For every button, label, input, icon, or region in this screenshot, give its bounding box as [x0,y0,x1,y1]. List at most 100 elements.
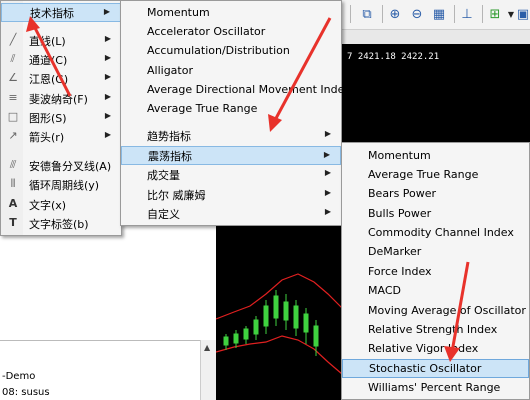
menu-item-label: Bulls Power [368,207,432,220]
menu-item-demarker[interactable]: DeMarker [342,242,529,261]
oscillators-submenu: Momentum Average True Range Bears Power … [341,142,530,400]
menu-item-label: 通道(C) [29,53,68,67]
submenu-arrow-icon: ▶ [104,72,111,81]
menu-item-bulls-power[interactable]: Bulls Power [342,204,529,223]
chart-type-icon[interactable]: ⧉ [358,5,376,23]
submenu-arrow-icon: ▶ [324,168,331,177]
menu-item-force-index[interactable]: Force Index [342,262,529,281]
menu-item-label: 趋势指标 [147,129,191,143]
arrow-icon: ↗ [8,129,18,142]
submenu-arrow-icon: ▶ [104,34,111,43]
menu-item-label: DeMarker [368,245,422,258]
menu-item-shapes[interactable]: □ 图形(S) ▶ [1,108,121,127]
menu-item-williams-r[interactable]: Williams' Percent Range [342,378,529,397]
menu-item-cci[interactable]: Commodity Channel Index [342,223,529,242]
templates-icon[interactable]: ▣ [514,5,530,23]
menu-item-admi[interactable]: Average Directional Movement Index [121,80,351,99]
menu-item-stochastic[interactable]: Stochastic Oscillator [342,359,529,378]
menu-item-channels[interactable]: ⫽ 通道(C) ▶ [1,50,121,69]
account-line[interactable]: -Demo [2,371,35,382]
line-icon: ╱ [9,33,17,46]
tile-windows-icon[interactable]: ▦ [430,5,448,23]
menu-item-accelerator-oscillator[interactable]: Accelerator Oscillator [121,22,341,41]
zoom-in-icon[interactable]: ⊕ [386,5,404,23]
shapes-icon: □ [7,110,19,123]
menu-item-bill-williams[interactable]: 比尔 威廉姆 ▶ [121,185,341,204]
menu-item-label: Alligator [147,64,193,77]
channel-icon: ⫽ [10,52,16,65]
menu-item-label: 江恩(G) [29,72,69,86]
menu-item-momentum[interactable]: Momentum [121,3,341,22]
menu-item-label: 文字(x) [29,198,67,212]
menu-item-label: 震荡指标 [148,149,192,163]
menu-item-gann[interactable]: ∠ 江恩(G) ▶ [1,69,121,88]
zoom-out-icon[interactable]: ⊖ [408,5,426,23]
menu-item-label: Stochastic Oscillator [369,362,482,375]
submenu-arrow-icon: ▶ [324,188,331,197]
menu-item-text[interactable]: A 文字(x) [1,195,121,214]
menu-item-rvi[interactable]: Relative Vigor Index [342,339,529,358]
menu-item-osma[interactable]: Moving Average of Oscillator [342,301,529,320]
menu-item-label: Momentum [368,149,431,162]
menu-item-lines[interactable]: ╱ 直线(L) ▶ [1,31,121,50]
menu-item-text-label[interactable]: T 文字标签(b) [1,214,121,233]
menu-item-cycle-lines[interactable]: ⦀ 循环周期线(y) [1,175,121,194]
menu-item-label: Accelerator Oscillator [147,25,266,38]
toolbar-separator [454,5,455,23]
menu-item-osc-atr[interactable]: Average True Range [342,165,529,184]
menu-item-label: Relative Vigor Index [368,342,479,355]
menu-item-label: Bears Power [368,187,437,200]
menu-item-macd[interactable]: MACD [342,281,529,300]
submenu-arrow-icon: ▶ [324,129,331,138]
menu-item-label: 比尔 威廉姆 [147,188,206,202]
navigator-panel: -Demo 08: susus [0,340,216,400]
menu-item-label: 斐波纳奇(F) [29,92,88,106]
menu-item-label: Williams' Percent Range [368,381,501,394]
toolbar-separator [350,5,351,23]
submenu-arrow-icon: ▶ [104,53,111,62]
menu-item-label: 技术指标 [30,6,74,20]
menu-item-label: 箭头(r) [29,130,65,144]
menu-item-custom[interactable]: 自定义 ▶ [121,204,341,223]
toolbar-separator [382,5,383,23]
menu-item-alligator[interactable]: Alligator [121,61,341,80]
submenu-arrow-icon: ▶ [324,207,331,216]
menu-item-label: 成交量 [147,168,180,182]
account-detail-line[interactable]: 08: susus [2,387,50,398]
submenu-arrow-icon: ▶ [323,150,330,159]
menu-item-label: 图形(S) [29,111,67,125]
menu-item-label: Commodity Channel Index [368,226,514,239]
menu-item-fibonacci[interactable]: ≡ 斐波纳奇(F) ▶ [1,89,121,108]
vertical-scrollbar[interactable]: ▲ [200,340,216,400]
menu-item-technical-indicators[interactable]: 技术指标 ▶ [1,3,121,22]
menu-item-oscillators[interactable]: 震荡指标 ▶ [121,146,341,165]
menu-item-osc-momentum[interactable]: Momentum [342,146,529,165]
menu-item-label: Average Directional Movement Index [147,83,351,96]
menu-item-label: 自定义 [147,207,180,221]
indicators-submenu: Momentum Accelerator Oscillator Accumula… [120,0,351,226]
text-label-icon: T [9,216,17,229]
menu-item-label: 文字标签(b) [29,217,89,231]
submenu-arrow-icon: ▶ [104,92,111,101]
submenu-arrow-icon: ▶ [103,7,110,16]
insert-menu: 技术指标 ▶ ╱ 直线(L) ▶ ⫽ 通道(C) ▶ ∠ 江恩(G) ▶ ≡ 斐波纳奇(F) ▶ … [0,0,122,236]
scroll-up-icon[interactable]: ▲ [204,343,210,352]
menu-item-bears-power[interactable]: Bears Power [342,184,529,203]
menu-item-label: Force Index [368,265,432,278]
menu-item-label: Momentum [147,6,210,19]
pitchfork-icon: ⫻ [9,158,17,171]
menu-item-atr[interactable]: Average True Range [121,99,341,118]
menu-item-label: MACD [368,284,401,297]
menu-item-accumulation-distribution[interactable]: Accumulation/Distribution [121,41,341,60]
period-separator-icon[interactable]: ⊥ [458,5,476,23]
price-readout: 7 2421.18 2422.21 [347,52,440,62]
gann-icon: ∠ [8,71,18,84]
menu-item-label: 循环周期线(y) [29,178,100,192]
menu-item-volume[interactable]: 成交量 ▶ [121,165,341,184]
menu-item-rsi[interactable]: Relative Strength Index [342,320,529,339]
menu-item-label: Relative Strength Index [368,323,498,336]
menu-item-arrows[interactable]: ↗ 箭头(r) ▶ [1,127,121,146]
menu-item-trend[interactable]: 趋势指标 ▶ [121,126,341,145]
menu-item-pitchfork[interactable]: ⫻ 安德鲁分叉线(A) [1,156,121,175]
toolbar-separator [482,5,483,23]
